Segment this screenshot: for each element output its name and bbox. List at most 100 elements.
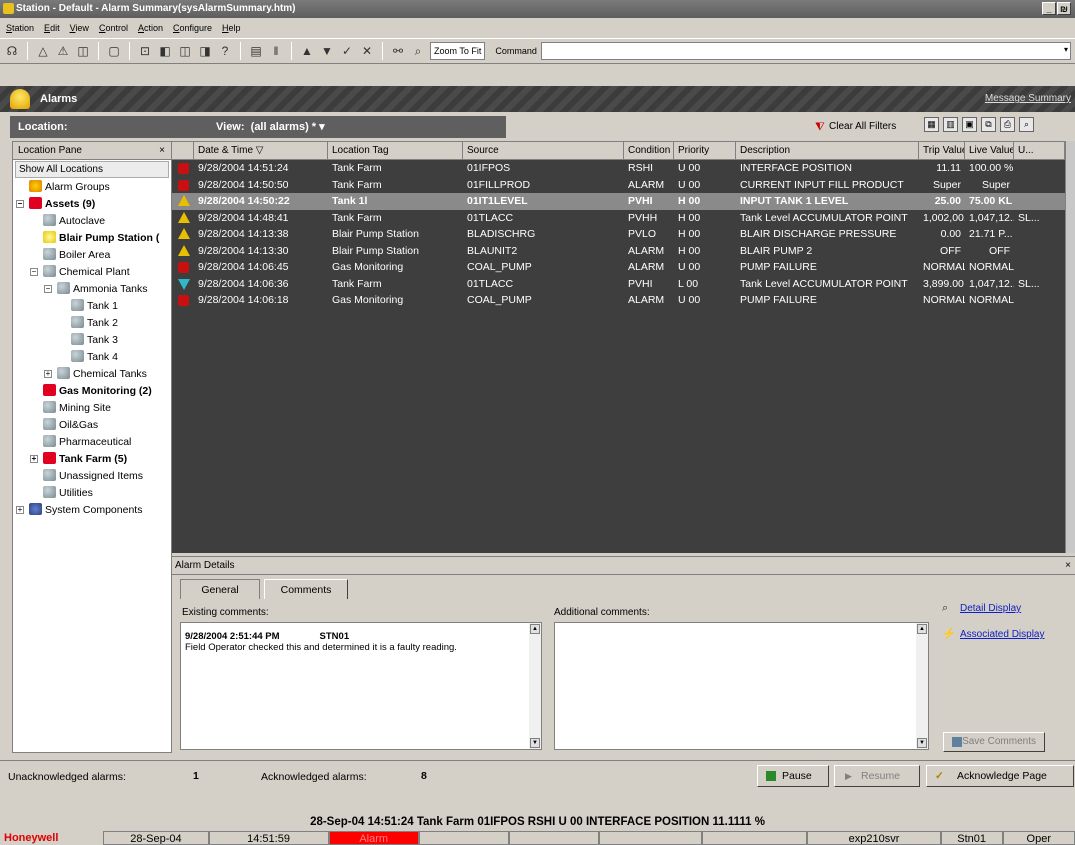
- column-header-live-value[interactable]: Live Value: [965, 142, 1014, 159]
- column-header-units[interactable]: U...: [1014, 142, 1065, 159]
- column-header-icon[interactable]: [172, 142, 194, 159]
- tree-node[interactable]: Alarm Groups: [13, 179, 171, 196]
- detail-display-link[interactable]: ⌕ Detail Display: [940, 601, 1070, 627]
- details-pane-icon[interactable]: ▣: [962, 117, 977, 132]
- tab-comments[interactable]: Comments: [264, 579, 348, 599]
- tree-node[interactable]: Gas Monitoring (2): [13, 383, 171, 400]
- collapse-icon[interactable]: −: [30, 268, 38, 276]
- column-header-priority[interactable]: Priority: [674, 142, 736, 159]
- tree-node[interactable]: Pharmaceutical: [13, 434, 171, 451]
- command-input[interactable]: [540, 42, 1071, 60]
- back-display-icon[interactable]: ◧: [157, 43, 173, 59]
- expand-icon[interactable]: +: [16, 506, 24, 514]
- tree-node[interactable]: Tank 1: [13, 298, 171, 315]
- print-icon[interactable]: ⎙: [1000, 117, 1015, 132]
- column-header-source[interactable]: Source: [463, 142, 624, 159]
- view-value[interactable]: (all alarms) * ▾: [251, 121, 325, 133]
- expand-icon[interactable]: +: [44, 370, 52, 378]
- tree-node[interactable]: − Chemical Plant: [13, 264, 171, 281]
- table-row[interactable]: 9/28/2004 14:48:41 Tank Farm 01TLACC PVHH H …: [172, 210, 1065, 227]
- tree-node[interactable]: + System Components: [13, 502, 171, 519]
- close-icon[interactable]: ×: [1065, 557, 1071, 575]
- previous-page-icon[interactable]: ◫: [177, 43, 193, 59]
- zoom-select[interactable]: Zoom To Fit: [430, 42, 486, 60]
- alarm-summary-icon[interactable]: △: [35, 43, 51, 59]
- table-row[interactable]: 9/28/2004 14:50:50 Tank Farm 01FILLPROD ALA…: [172, 177, 1065, 194]
- message-summary-link[interactable]: Message Summary: [985, 86, 1071, 112]
- tree-node[interactable]: Tank 3: [13, 332, 171, 349]
- collapse-icon[interactable]: −: [16, 200, 24, 208]
- zoom-icon[interactable]: ⌕: [410, 43, 426, 59]
- tree-node[interactable]: Unassigned Items: [13, 468, 171, 485]
- raise-icon[interactable]: ▲: [299, 43, 315, 59]
- associated-display-link[interactable]: ⚡ Associated Display: [940, 627, 1070, 653]
- view-selector[interactable]: View: (all alarms) * ▾: [216, 116, 325, 138]
- table-row[interactable]: 9/28/2004 14:51:24 Tank Farm 01IFPOS RSHI U …: [172, 160, 1065, 177]
- save-comments-button[interactable]: Save Comments: [943, 732, 1045, 752]
- tree-node[interactable]: Blair Pump Station (: [13, 230, 171, 247]
- column-header-description[interactable]: Description: [736, 142, 919, 159]
- layout-icon[interactable]: ▦: [924, 117, 939, 132]
- page-icon[interactable]: ▢: [106, 43, 122, 59]
- tree-node[interactable]: Oil&Gas: [13, 417, 171, 434]
- alarm-indicator[interactable]: Alarm: [328, 831, 419, 845]
- menu-edit[interactable]: Edit: [44, 20, 60, 37]
- close-icon[interactable]: ×: [159, 142, 165, 160]
- additional-comments-scrollbar[interactable]: ▲ ▼: [916, 623, 928, 749]
- column-header-location[interactable]: Location Tag: [328, 142, 463, 159]
- tree-node[interactable]: Mining Site: [13, 400, 171, 417]
- pause-button[interactable]: Pause: [757, 765, 829, 787]
- column-header-trip-value[interactable]: Trip Value: [919, 142, 965, 159]
- scroll-up-icon[interactable]: ▲: [530, 624, 540, 634]
- table-row[interactable]: 9/28/2004 14:13:38 Blair Pump Station BLAD…: [172, 226, 1065, 243]
- alarm-filter-icon[interactable]: ⚠: [55, 43, 71, 59]
- column-header-condition[interactable]: Condition: [624, 142, 674, 159]
- station-tree-icon[interactable]: ☊: [4, 43, 20, 59]
- minimize-button[interactable]: _: [1042, 2, 1056, 15]
- tree-node[interactable]: Tank 4: [13, 349, 171, 366]
- tree-node[interactable]: − Assets (9): [13, 196, 171, 213]
- acknowledge-icon[interactable]: ✓: [339, 43, 355, 59]
- tree-node[interactable]: + Tank Farm (5): [13, 451, 171, 468]
- tree-node[interactable]: + Chemical Tanks: [13, 366, 171, 383]
- copy-icon[interactable]: ⧉: [981, 117, 996, 132]
- table-row[interactable]: 9/28/2004 14:06:36 Tank Farm 01TLACC PVHI L …: [172, 276, 1065, 293]
- table-row[interactable]: 9/28/2004 14:50:22 Tank 1l 01IT1LEVEL PVHI H…: [172, 193, 1065, 210]
- acknowledge-page-button[interactable]: Acknowledge Page: [926, 765, 1074, 787]
- existing-comments-scrollbar[interactable]: ▲ ▼: [529, 623, 541, 749]
- tree-node[interactable]: Tank 2: [13, 315, 171, 332]
- tree-node[interactable]: − Ammonia Tanks: [13, 281, 171, 298]
- tree-node[interactable]: Utilities: [13, 485, 171, 502]
- table-row[interactable]: 9/28/2004 14:06:18 Gas Monitoring COAL_PUM…: [172, 292, 1065, 309]
- restore-button[interactable]: ₪: [1057, 2, 1071, 15]
- expand-icon[interactable]: +: [30, 455, 38, 463]
- scroll-down-icon[interactable]: ▼: [917, 738, 927, 748]
- next-page-icon[interactable]: ◨: [197, 43, 213, 59]
- clear-all-filters-button[interactable]: ⧨ Clear All Filters: [811, 116, 911, 138]
- resume-button[interactable]: Resume: [834, 765, 920, 787]
- menu-action[interactable]: Action: [138, 20, 163, 37]
- table-row[interactable]: 9/28/2004 14:13:30 Blair Pump Station BLAU…: [172, 243, 1065, 260]
- menu-control[interactable]: Control: [99, 20, 128, 37]
- display-icon[interactable]: ⊡: [137, 43, 153, 59]
- group-icon[interactable]: ‖: [268, 43, 284, 59]
- show-all-locations-button[interactable]: Show All Locations: [15, 161, 169, 178]
- binoculars-icon[interactable]: ⚯: [390, 43, 406, 59]
- tree-node[interactable]: Autoclave: [13, 213, 171, 230]
- menu-configure[interactable]: Configure: [173, 20, 212, 37]
- tab-general[interactable]: General: [180, 579, 260, 599]
- help-icon[interactable]: ?: [217, 43, 233, 59]
- collapse-icon[interactable]: −: [44, 285, 52, 293]
- lower-icon[interactable]: ▼: [319, 43, 335, 59]
- scroll-down-icon[interactable]: ▼: [530, 738, 540, 748]
- additional-comments-input[interactable]: ▲ ▼: [554, 622, 929, 750]
- scroll-up-icon[interactable]: ▲: [917, 624, 927, 634]
- menu-help[interactable]: Help: [222, 20, 241, 37]
- event-summary-icon[interactable]: ◫: [75, 43, 91, 59]
- cancel-icon[interactable]: ✕: [359, 43, 375, 59]
- table-row[interactable]: 9/28/2004 14:06:45 Gas Monitoring COAL_PUM…: [172, 259, 1065, 276]
- column-header-datetime[interactable]: Date & Time ▽: [194, 142, 328, 159]
- menu-station[interactable]: Station: [6, 20, 34, 37]
- trend-icon[interactable]: ▤: [248, 43, 264, 59]
- tree-node[interactable]: Boiler Area: [13, 247, 171, 264]
